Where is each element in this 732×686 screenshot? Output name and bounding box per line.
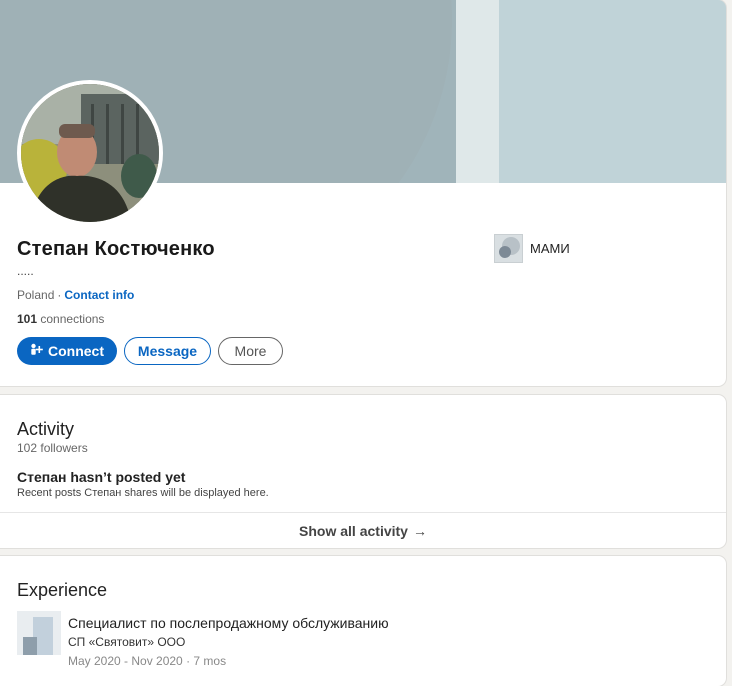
location-row: Poland · Contact info: [17, 288, 134, 302]
show-all-label: Show all activity: [299, 522, 408, 539]
experience-role: Специалист по послепродажному обслуживан…: [68, 615, 389, 631]
more-label: More: [234, 343, 267, 359]
activity-title: Activity: [17, 419, 75, 439]
profile-photo[interactable]: [17, 80, 163, 226]
more-button[interactable]: More: [218, 337, 283, 365]
school-icon: [499, 237, 520, 258]
activity-empty-subtitle: Recent posts Степан shares will be displ…: [17, 487, 269, 499]
message-label: Message: [137, 343, 198, 359]
cover-panel: [499, 0, 726, 183]
experience-company: СП «Святовит» ООО: [68, 635, 186, 649]
connections-label: connections: [40, 312, 105, 326]
connect-button[interactable]: Connect: [17, 337, 117, 365]
contact-info-link[interactable]: Contact info: [64, 288, 134, 302]
profile-headline: .....: [17, 264, 34, 278]
activity-empty-title: Степан hasn’t posted yet: [17, 469, 186, 485]
connections-link[interactable]: 101 connections: [17, 312, 104, 326]
separator: ·: [57, 288, 62, 302]
education-logo[interactable]: [494, 234, 523, 263]
connect-label: Connect: [48, 343, 104, 359]
connections-count: 101: [17, 312, 38, 326]
profile-card: Степан Костюченко ..... Poland · Contact i…: [0, 0, 726, 386]
arrow-right-icon: →: [412, 522, 427, 539]
company-icon: [17, 611, 61, 655]
add-person-icon: [30, 343, 43, 359]
profile-name: Степан Костюченко: [17, 238, 215, 260]
profile-photo-image: [21, 84, 159, 222]
message-button[interactable]: Message: [124, 337, 211, 365]
experience-title: Experience: [17, 580, 108, 600]
activity-card: Activity 102 followers Степан hasn’t pos…: [0, 395, 726, 548]
show-all-activity-button[interactable]: Show all activity →: [0, 513, 726, 548]
experience-dates: May 2020 - Nov 2020 · 7 mos: [68, 654, 227, 668]
followers-count: 102 followers: [17, 441, 88, 455]
experience-card: Experience Специалист по послепродажному…: [0, 556, 726, 686]
education-name[interactable]: МАМИ: [530, 241, 570, 256]
company-logo[interactable]: [17, 611, 61, 655]
location-text: Poland: [17, 288, 55, 302]
